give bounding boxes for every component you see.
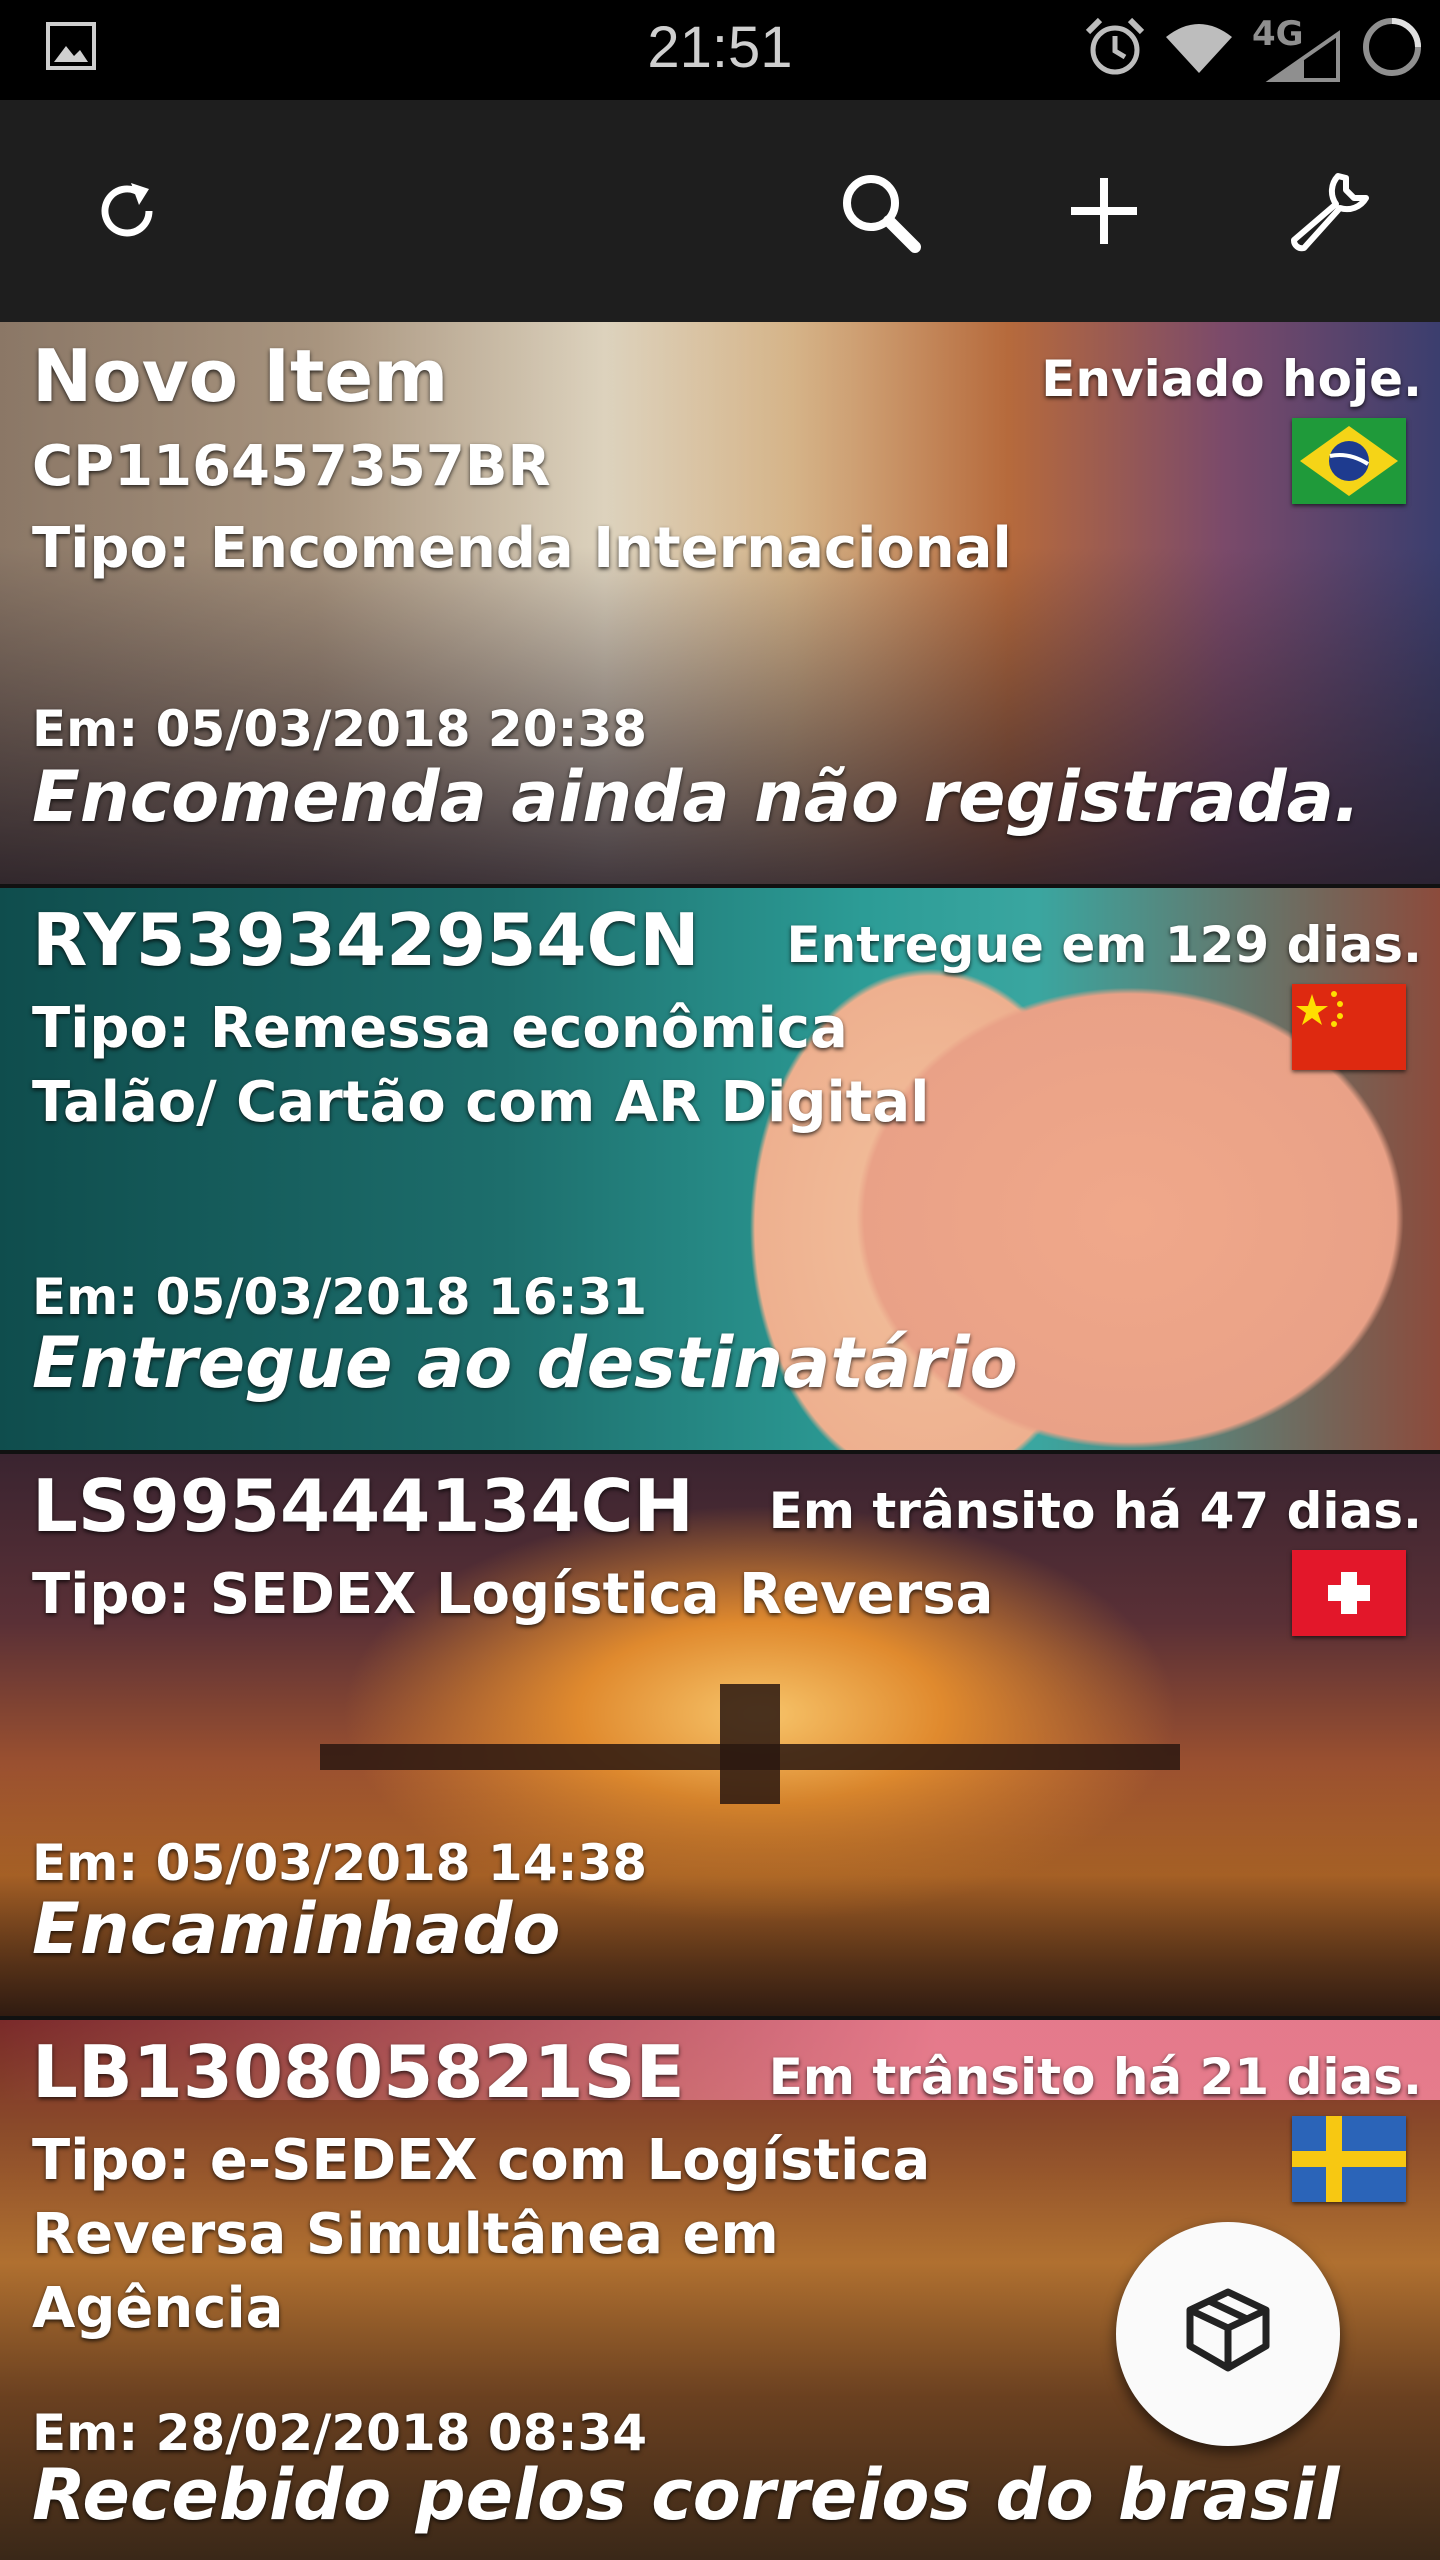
item-type: Tipo: SEDEX Logística Reversa xyxy=(32,1562,994,1627)
brazil-flag-icon xyxy=(1292,418,1406,504)
item-type: Tipo: Remessa econômica Talão/ Cartão co… xyxy=(32,996,930,1135)
item-date: Em: 05/03/2018 16:31 xyxy=(32,1268,648,1326)
item-status: Entregue em 129 dias. xyxy=(786,916,1422,974)
item-code: LB130805821SE xyxy=(32,2030,685,2114)
item-type: Tipo: Encomenda Internacional xyxy=(32,516,1012,581)
item-date: Em: 05/03/2018 20:38 xyxy=(32,700,648,758)
battery-icon xyxy=(1360,15,1424,83)
wrench-icon xyxy=(1284,168,1370,258)
status-bar: 21:51 4G xyxy=(0,0,1440,100)
add-button[interactable] xyxy=(1049,158,1159,268)
search-button[interactable] xyxy=(824,158,934,268)
item-event: Encomenda ainda não registrada. xyxy=(32,756,1361,838)
refresh-icon xyxy=(91,175,163,251)
tracking-card[interactable]: RY539342954CN Tipo: Remessa econômica Ta… xyxy=(0,888,1440,1450)
alarm-icon xyxy=(1084,16,1146,82)
item-event: Recebido pelos correios do brasil xyxy=(32,2454,1340,2536)
sweden-flag-icon xyxy=(1292,2116,1406,2202)
toolbar xyxy=(0,100,1440,322)
item-code: RY539342954CN xyxy=(32,898,700,982)
wifi-icon xyxy=(1164,19,1234,79)
item-status: Em trânsito há 47 dias. xyxy=(768,1482,1422,1540)
switzerland-flag-icon xyxy=(1292,1550,1406,1636)
tracking-card[interactable]: Novo Item CP116457357BR Tipo: Encomenda … xyxy=(0,322,1440,884)
item-status: Enviado hoje. xyxy=(1041,350,1422,408)
settings-button[interactable] xyxy=(1272,158,1382,268)
china-flag-icon xyxy=(1292,984,1406,1070)
item-code: LS995444134CH xyxy=(32,1464,694,1548)
item-type: Tipo: e-SEDEX com Logística Reversa Simu… xyxy=(32,2128,931,2341)
item-date: Em: 05/03/2018 14:38 xyxy=(32,1834,648,1892)
item-status: Em trânsito há 21 dias. xyxy=(768,2048,1422,2106)
item-title: Novo Item xyxy=(32,334,449,418)
add-icon xyxy=(1069,176,1139,250)
item-event: Encaminhado xyxy=(32,1888,561,1970)
item-code: CP116457357BR xyxy=(32,434,551,499)
search-icon xyxy=(837,169,921,257)
item-event: Entregue ao destinatário xyxy=(32,1322,1018,1404)
package-fab-button[interactable] xyxy=(1116,2222,1340,2446)
refresh-button[interactable] xyxy=(72,158,182,268)
package-icon xyxy=(1180,2284,1276,2384)
signal-icon: 4G xyxy=(1252,14,1342,84)
tracking-card[interactable]: LS995444134CH Tipo: SEDEX Logística Reve… xyxy=(0,1454,1440,2016)
